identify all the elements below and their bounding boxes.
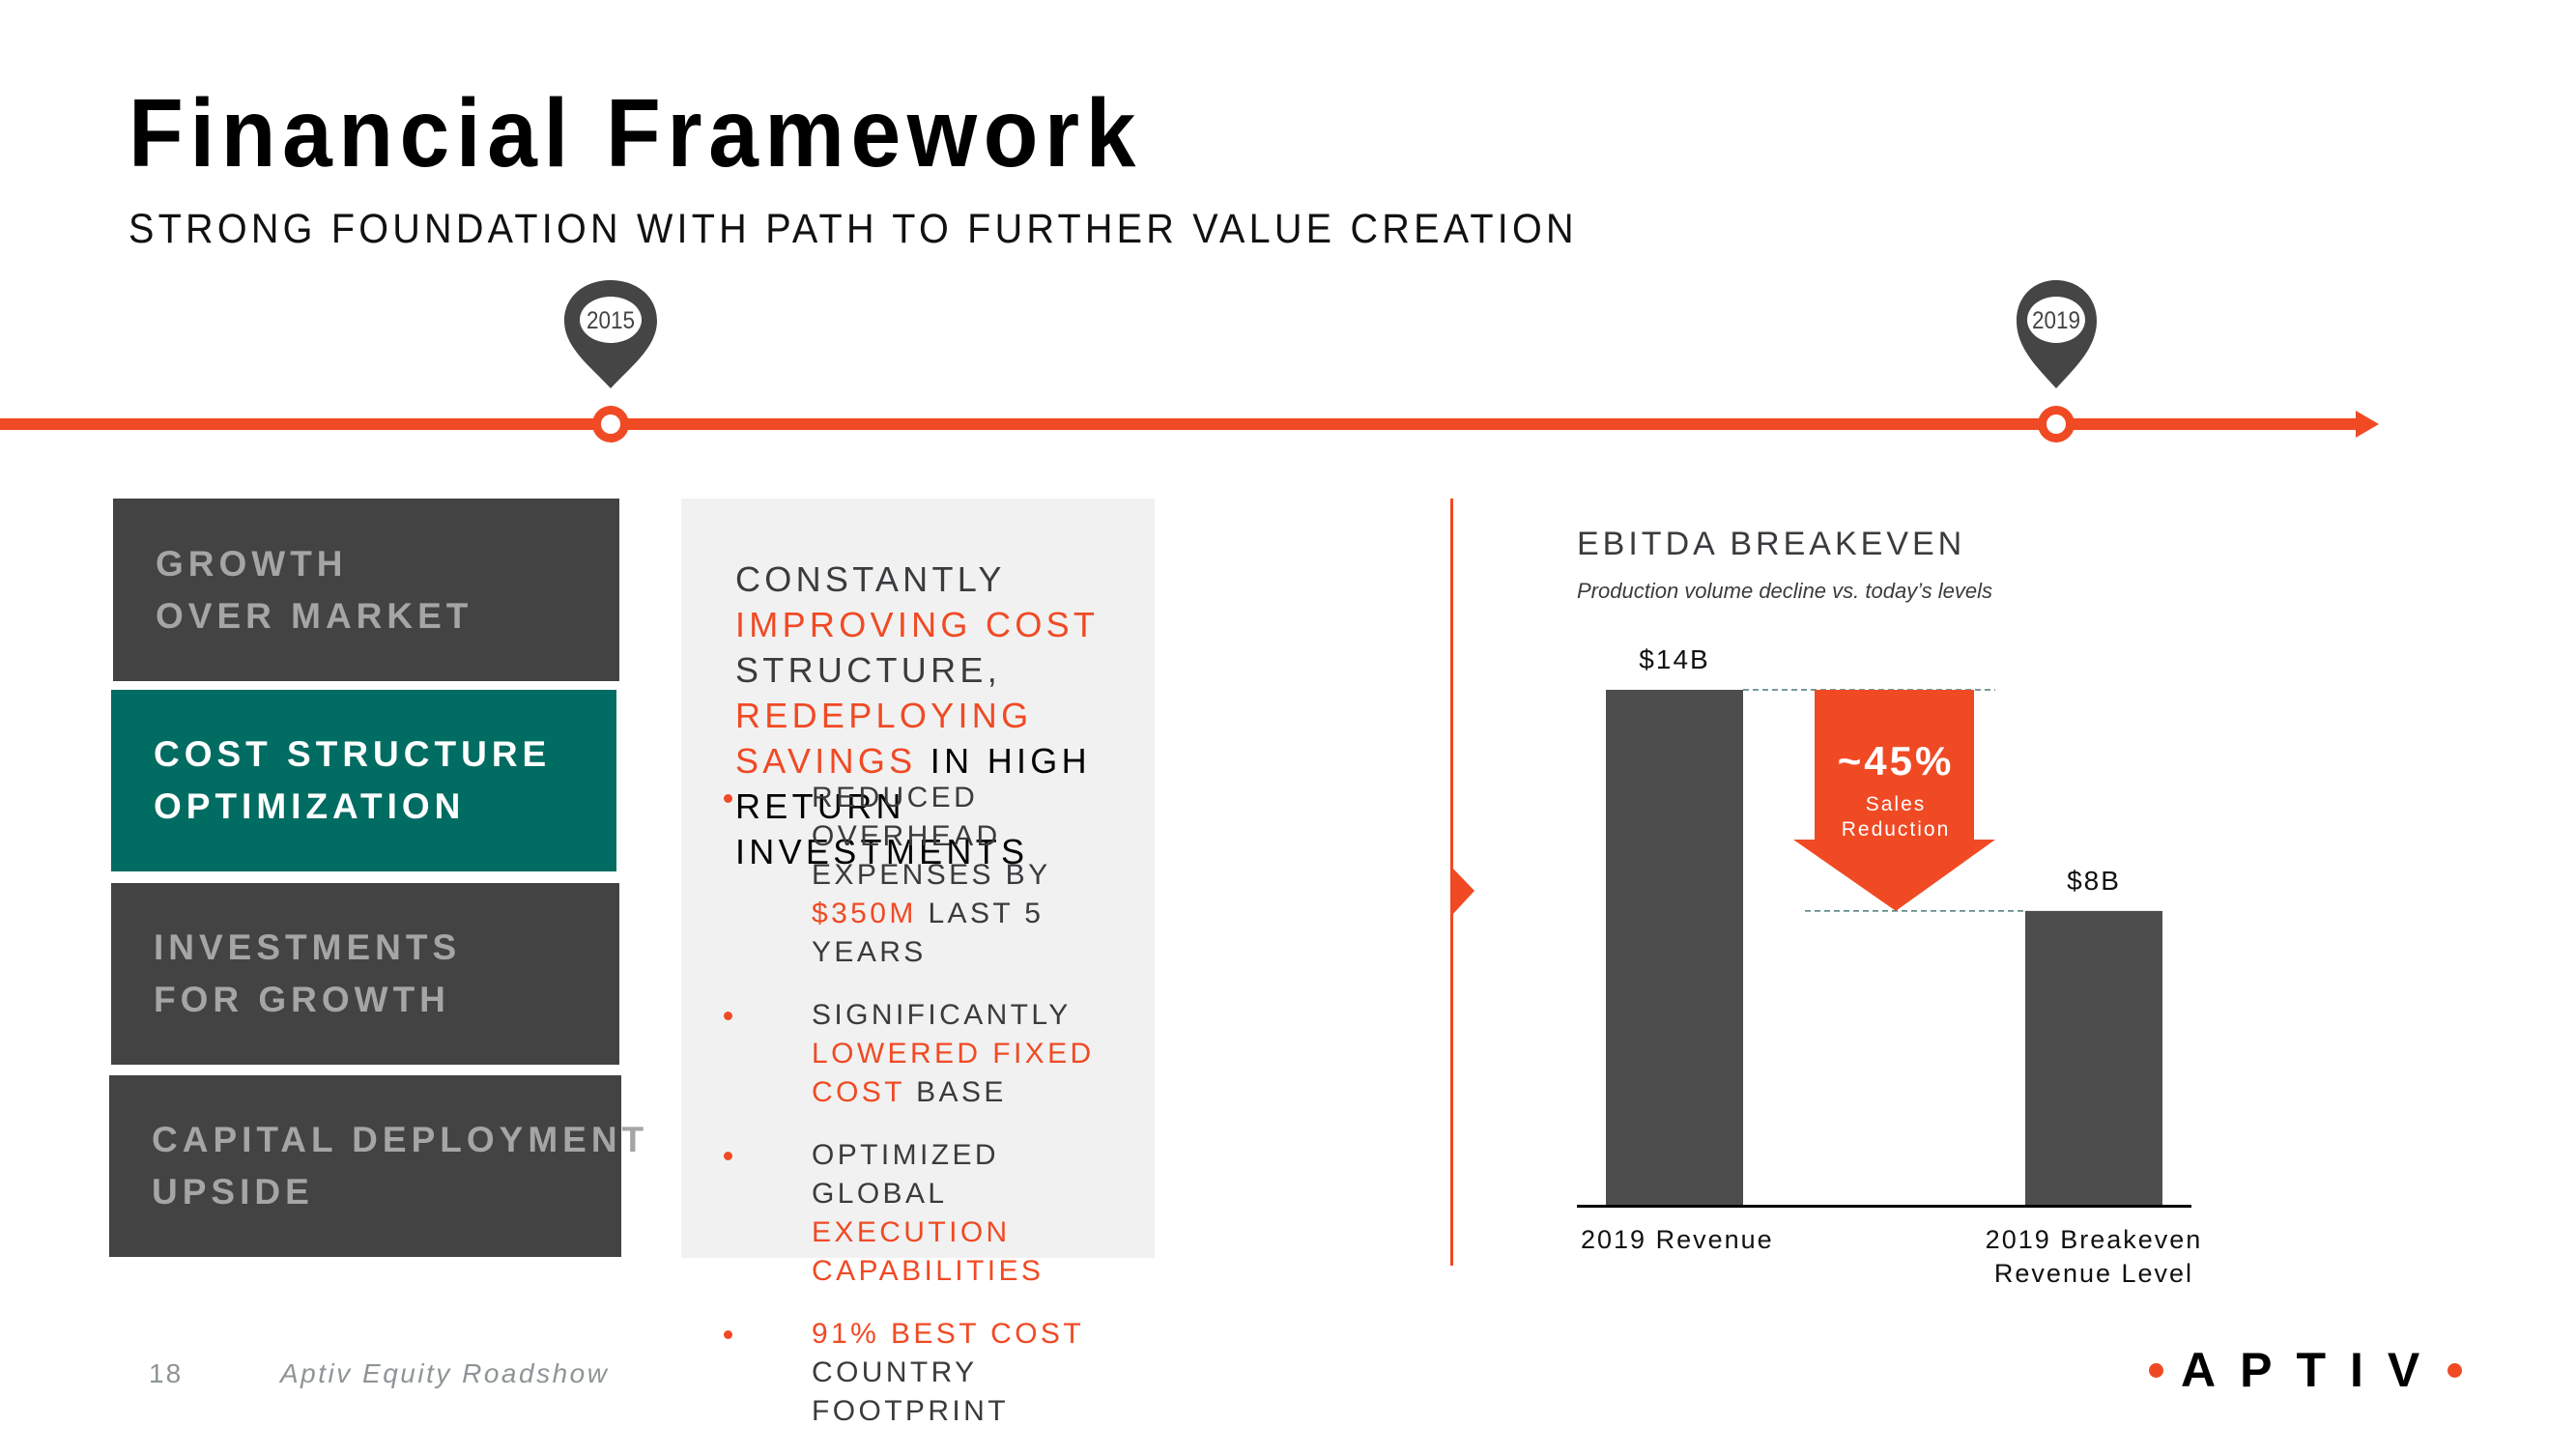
list-item: 91% BEST COST COUNTRY FOOTPRINT (720, 1315, 1145, 1431)
timeline-label-2019: 2019 (2031, 307, 2081, 334)
bar-value-label: $8B (2067, 866, 2121, 896)
logo-dot-icon (2447, 1362, 2463, 1378)
bullet-icon (724, 794, 732, 803)
reduction-label: Sales (1866, 793, 1927, 815)
footer-text: Aptiv Equity Roadshow (280, 1358, 610, 1388)
bullet-icon (724, 1152, 732, 1160)
x-axis-line (1577, 1205, 2191, 1208)
bullet-list: REDUCED OVERHEAD EXPENSES BY $350M LAST … (720, 779, 1145, 1455)
timeline-marker-2019 (2017, 280, 2097, 442)
aptiv-logo: APTIV (2149, 1343, 2463, 1397)
page-title: Financial Framework (129, 79, 1142, 187)
pillar-cost-structure-optimization[interactable]: COST STRUCTURE OPTIMIZATION (111, 690, 616, 871)
pillar-label-line: OPTIMIZATION (154, 786, 466, 826)
bullet-text: COUNTRY FOOTPRINT (812, 1356, 1009, 1427)
bar-1 (1606, 690, 1743, 1206)
pillar-label-line: UPSIDE (152, 1172, 314, 1212)
category-label: Revenue Level (1994, 1259, 2193, 1288)
bullet-highlight: 91% BEST COST (812, 1318, 1085, 1350)
timeline-label-2015: 2015 (586, 307, 636, 334)
bullet-highlight: EXECUTION CAPABILITIES (812, 1216, 1045, 1287)
logo-text: APTIV (2181, 1343, 2445, 1397)
page-number: 18 (149, 1358, 184, 1388)
pillar-label-line: INVESTMENTS (154, 927, 462, 967)
logo-dot-icon (2149, 1362, 2163, 1378)
chart-title: EBITDA BREAKEVEN (1577, 526, 1966, 562)
category-label: 2019 Breakeven (1986, 1225, 2203, 1254)
pillar-label-line: COST STRUCTURE (154, 734, 552, 774)
pillar-label-line: GROWTH (156, 543, 348, 584)
timeline-marker-2015 (564, 280, 657, 442)
bullet-highlight: $350M (812, 898, 917, 929)
bullet-text: REDUCED OVERHEAD EXPENSES BY (812, 782, 1050, 891)
pillar-capital-deployment-upside[interactable]: CAPITAL DEPLOYMENT UPSIDE (109, 1075, 649, 1257)
bullet-text: OPTIMIZED GLOBAL (812, 1139, 999, 1210)
timeline-line (0, 418, 2358, 430)
pillar-label-line: CAPITAL DEPLOYMENT (152, 1120, 649, 1159)
bullet-icon (724, 1012, 732, 1020)
pillar-investments-for-growth[interactable]: INVESTMENTS FOR GROWTH (111, 883, 619, 1065)
page-subtitle: STRONG FOUNDATION WITH PATH TO FURTHER V… (129, 206, 1578, 252)
heading-text: CONSTANTLY (735, 559, 1006, 599)
timeline-arrowhead (2356, 411, 2379, 438)
bullet-icon (724, 1330, 732, 1339)
pillar-growth-over-market[interactable]: GROWTH OVER MARKET (113, 499, 619, 681)
heading-text: STRUCTURE, (735, 650, 1001, 690)
chart-subtitle: Production volume decline vs. today’s le… (1577, 579, 1993, 603)
reduction-percent: ~45% (1838, 738, 1955, 784)
bar-value-label: $14B (1639, 644, 1709, 674)
bar-2 (2025, 910, 2162, 1206)
section-divider (1450, 499, 1474, 1266)
cost-structure-panel: CONSTANTLY IMPROVING COST STRUCTURE, RED… (681, 499, 1155, 1427)
pillar-label-line: OVER MARKET (156, 595, 473, 636)
heading-highlight: IMPROVING COST (735, 605, 1099, 644)
divider-pointer-icon (1451, 867, 1474, 916)
pillar-label-line: FOR GROWTH (154, 980, 450, 1019)
ebitda-breakeven-chart: $14B 2019 Revenue $8B 2019 Breakeven Revenue… (1577, 644, 2203, 1288)
list-item: OPTIMIZED GLOBAL EXECUTION CAPABILITIES (720, 1136, 1145, 1291)
bullet-text: SIGNIFICANTLY (812, 999, 1072, 1031)
reduction-label: Reduction (1842, 818, 1951, 841)
category-label: 2019 Revenue (1581, 1225, 1774, 1254)
timeline (0, 280, 2379, 442)
list-item: SIGNIFICANTLY LOWERED FIXED COST BASE (720, 996, 1145, 1112)
list-item: REDUCED OVERHEAD EXPENSES BY $350M LAST … (720, 779, 1145, 972)
bullet-text: BASE (904, 1076, 1007, 1108)
